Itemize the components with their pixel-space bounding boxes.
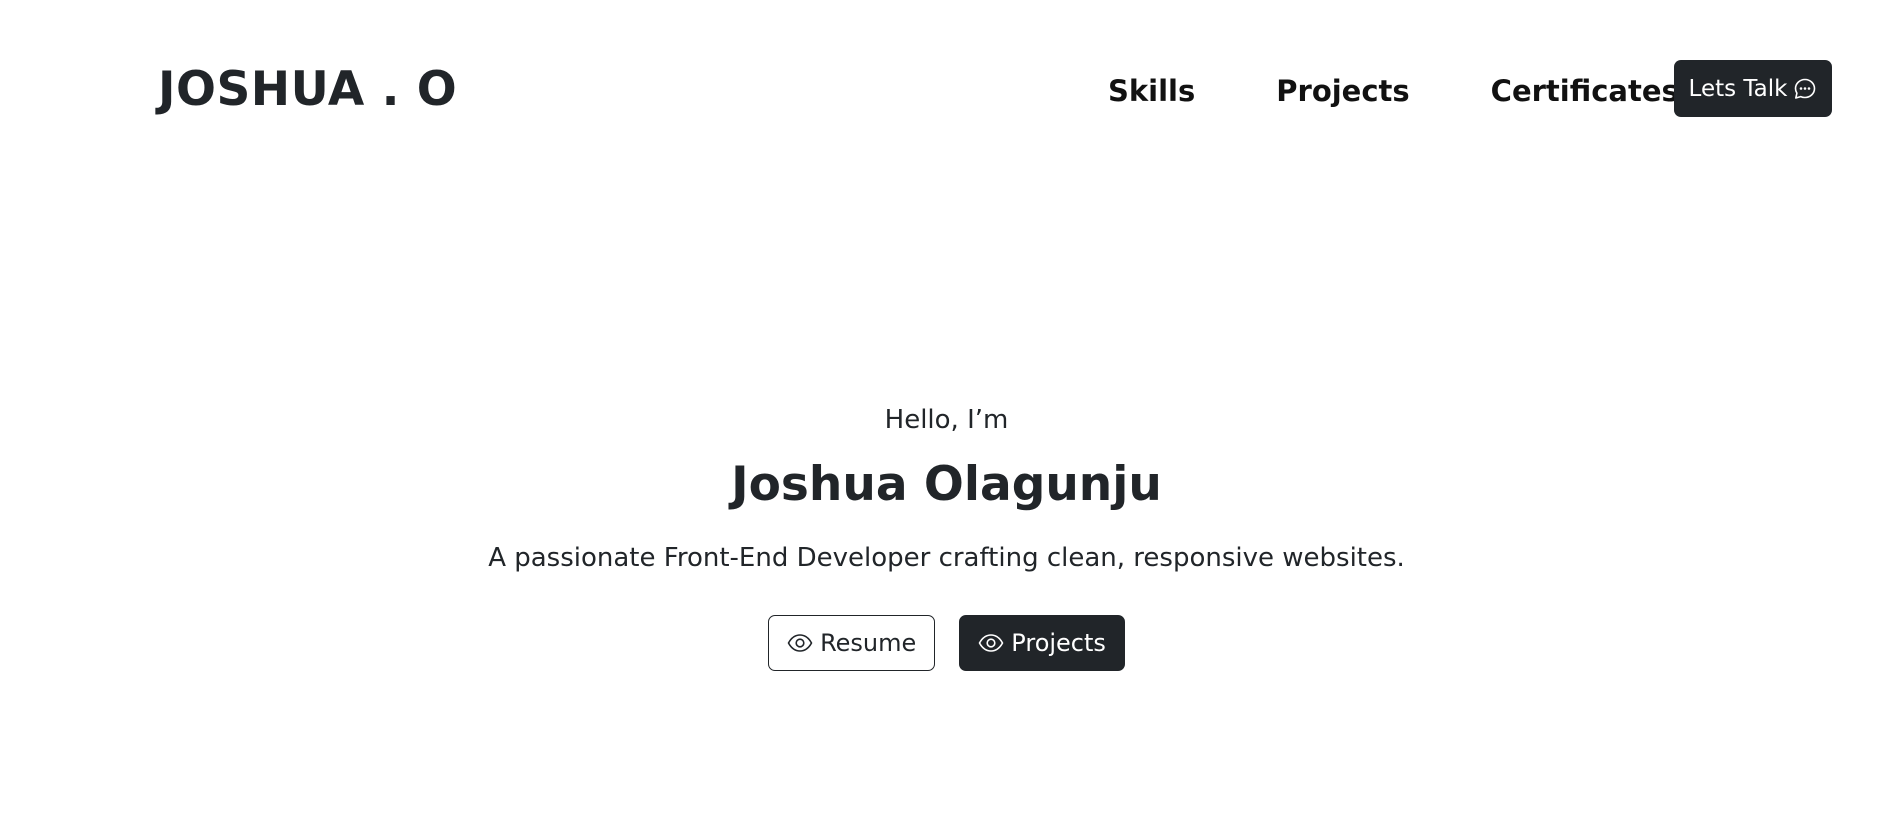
nav-link-skills[interactable]: Skills [1108,66,1195,116]
projects-button[interactable]: Projects [959,615,1125,671]
chat-dots-icon [1795,78,1816,99]
eye-icon [978,634,1004,652]
hero-tagline: A passionate Front-End Developer craftin… [488,543,1405,573]
hero-greeting: Hello, I’m [884,405,1009,435]
brand-logo[interactable]: JOSHUA . O [158,60,457,120]
resume-button-label: Resume [820,629,917,657]
projects-button-label: Projects [1011,629,1106,657]
eye-icon [787,634,813,652]
lets-talk-button[interactable]: Lets Talk [1674,60,1832,117]
nav-link-certificates[interactable]: Certificates [1491,66,1679,116]
hero-name: Joshua Olagunju [731,457,1162,512]
nav-links: Skills Projects Certificates [1108,66,1679,116]
hero-actions: Resume Projects [0,615,1893,671]
navbar: JOSHUA . O Skills Projects Certificates … [0,0,1893,180]
lets-talk-label: Lets Talk [1688,75,1788,102]
nav-link-projects[interactable]: Projects [1276,66,1409,116]
resume-button[interactable]: Resume [768,615,936,671]
